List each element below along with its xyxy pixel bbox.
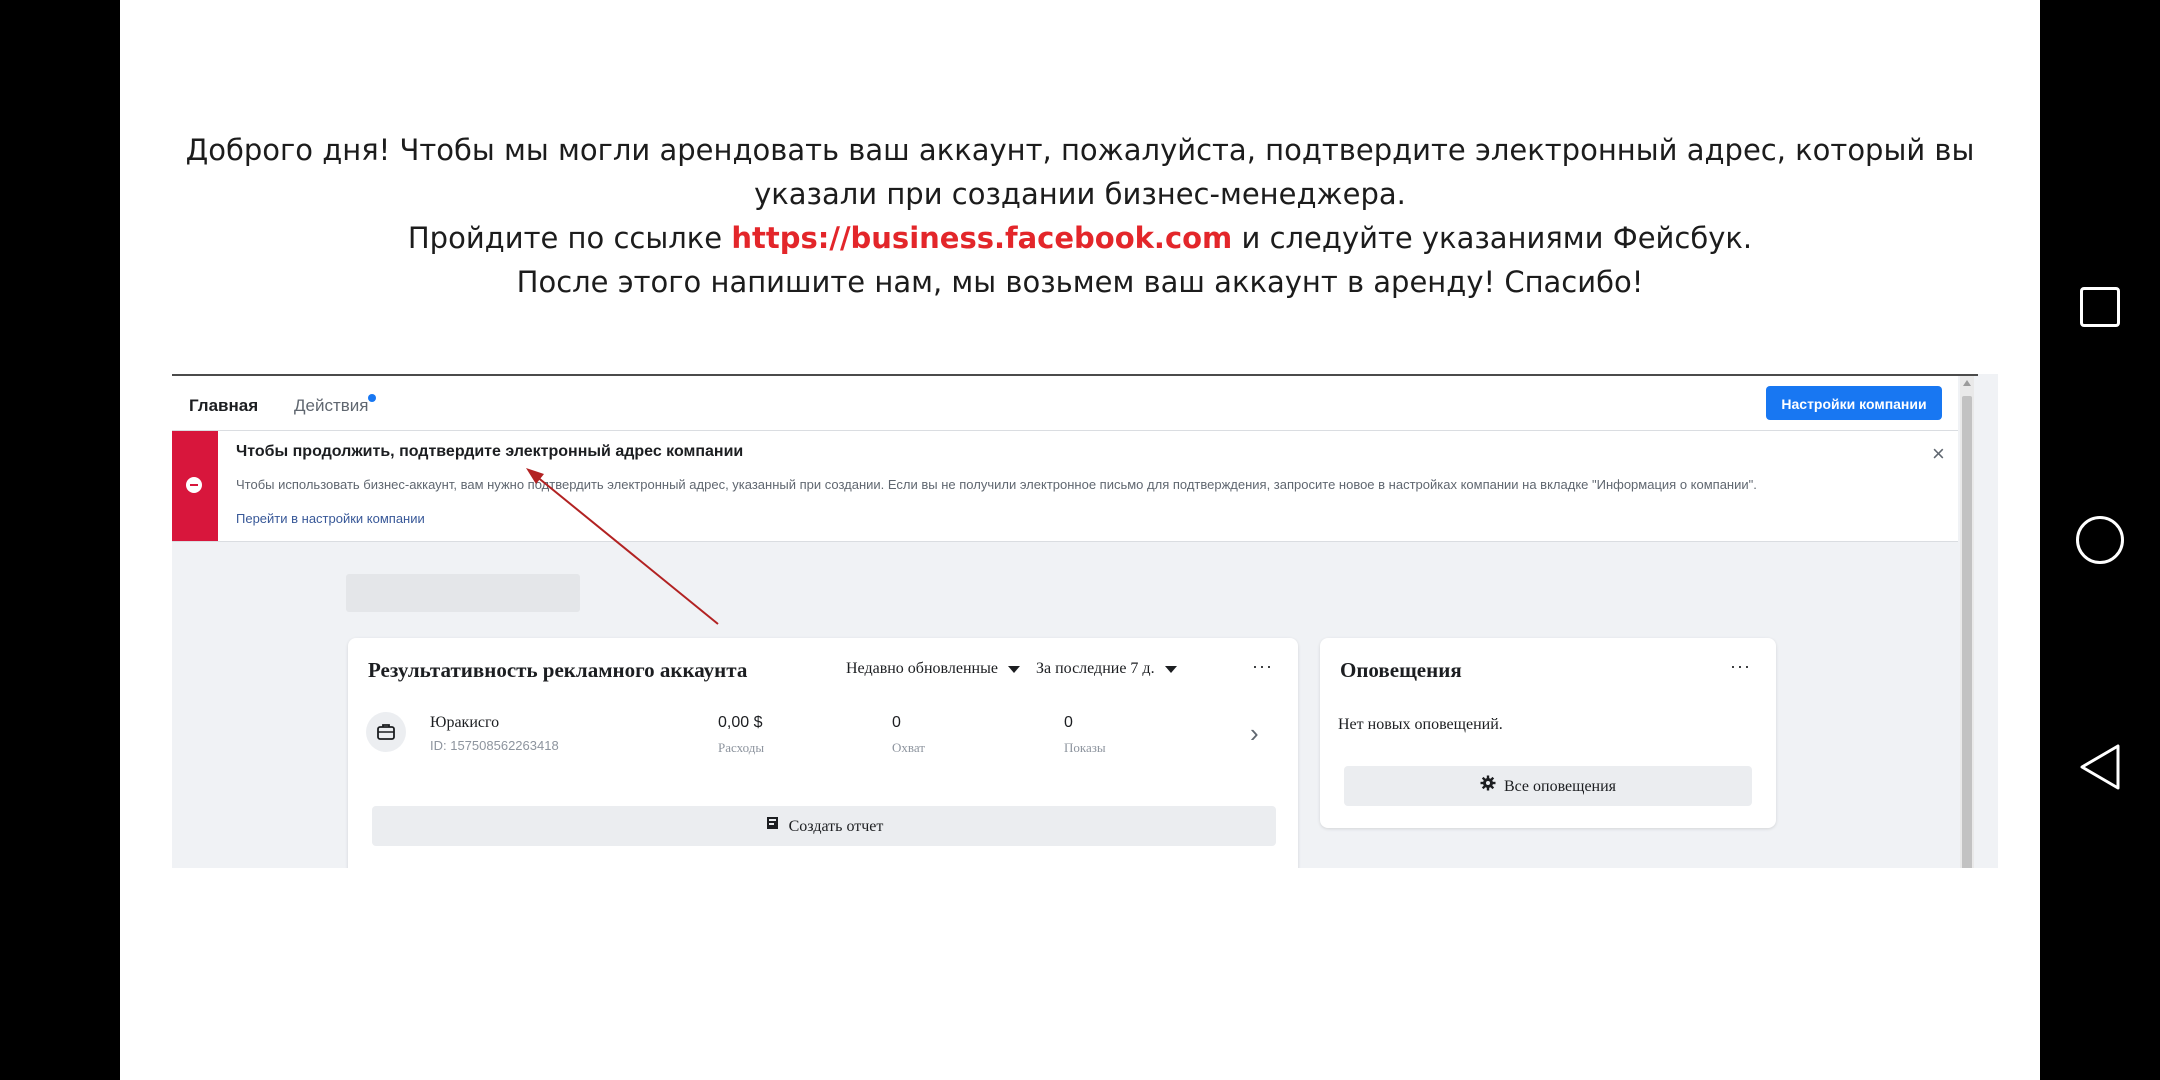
instruction-line-2: указали при создании бизнес-менеджера.	[754, 177, 1406, 211]
scroll-thumb[interactable]	[1962, 396, 1972, 868]
instruction-page: Доброго дня! Чтобы мы могли арендовать в…	[120, 0, 2040, 1080]
caret-down-icon	[1007, 665, 1020, 673]
business-facebook-link[interactable]: https://business.facebook.com	[731, 221, 1232, 255]
account-name[interactable]: Юракисго	[430, 714, 499, 732]
impressions-value: 0	[1064, 714, 1073, 731]
instruction-text: Доброго дня! Чтобы мы могли арендовать в…	[120, 128, 2040, 304]
create-report-label: Создать отчет	[788, 818, 884, 835]
caret-down-icon	[1164, 665, 1177, 673]
instruction-line-3-after: и следуйте указаниями Фейсбук.	[1232, 221, 1753, 255]
no-notifications-text: Нет новых оповещений.	[1338, 716, 1503, 733]
company-settings-link[interactable]: Перейти в настройки компании	[236, 511, 425, 526]
notifications-title: Оповещения	[1340, 658, 1462, 682]
gear-icon	[1480, 767, 1496, 807]
alert-title: Чтобы продолжить, подтвердите электронны…	[236, 443, 744, 460]
chevron-right-icon[interactable]: ›	[1250, 718, 1259, 749]
period-dropdown-label: За последние 7 д.	[1036, 660, 1155, 677]
loading-placeholder	[346, 574, 580, 612]
ad-account-performance-card: Результативность рекламного аккаунта Нед…	[348, 638, 1298, 868]
account-id: ID: 157508562263418	[430, 738, 559, 753]
instruction-line-3: Пройдите по ссылке https://business.face…	[120, 216, 2040, 260]
all-notifications-button[interactable]: Все оповещения	[1344, 766, 1752, 806]
home-button[interactable]	[2076, 516, 2124, 564]
spend-value: 0,00 $	[718, 714, 763, 731]
briefcase-icon	[366, 712, 406, 752]
notification-dot	[368, 394, 376, 402]
report-icon	[765, 807, 781, 847]
tab-home[interactable]: Главная	[189, 396, 258, 416]
instruction-line-4: После этого напишите нам, мы возьмем ваш…	[516, 265, 1644, 299]
business-manager-screenshot: Главная Действия Настройки компании Чтоб…	[172, 374, 1998, 868]
verify-email-alert: Чтобы продолжить, подтвердите электронны…	[172, 430, 1958, 542]
sort-dropdown[interactable]: Недавно обновленные	[846, 660, 1020, 678]
tab-actions[interactable]: Действия	[294, 396, 368, 416]
all-notifications-label: Все оповещения	[1503, 778, 1617, 795]
instruction-line-3-before: Пройдите по ссылке	[407, 221, 732, 255]
performance-menu-button[interactable]: ···	[1252, 656, 1273, 677]
performance-title: Результативность рекламного аккаунта	[368, 658, 748, 682]
alert-text: Чтобы использовать бизнес-аккаунт, вам н…	[236, 477, 1757, 492]
recent-apps-button[interactable]	[2080, 287, 2120, 327]
sort-dropdown-label: Недавно обновленные	[846, 660, 998, 677]
error-icon	[186, 477, 202, 493]
notifications-card: Оповещения ··· Нет новых оповещений. Все…	[1320, 638, 1776, 828]
company-settings-button[interactable]: Настройки компании	[1766, 386, 1942, 420]
impressions-label: Показы	[1064, 740, 1106, 755]
vertical-scrollbar[interactable]	[1960, 376, 1974, 868]
instruction-line-1: Доброго дня! Чтобы мы могли арендовать в…	[185, 133, 1975, 167]
spend-label: Расходы	[718, 740, 765, 755]
top-navbar: Главная Действия Настройки компании	[172, 376, 1958, 432]
notifications-menu-button[interactable]: ···	[1730, 656, 1751, 677]
create-report-button[interactable]: Создать отчет	[372, 806, 1276, 846]
back-button[interactable]	[2078, 743, 2122, 796]
scroll-up-arrow[interactable]	[1963, 380, 1971, 386]
reach-label: Охват	[892, 740, 925, 755]
reach-value: 0	[892, 714, 901, 731]
period-dropdown[interactable]: За последние 7 д.	[1036, 660, 1177, 678]
close-icon[interactable]: ×	[1932, 441, 1945, 467]
system-navigation-bar	[2040, 0, 2160, 1080]
alert-stripe	[172, 431, 218, 541]
